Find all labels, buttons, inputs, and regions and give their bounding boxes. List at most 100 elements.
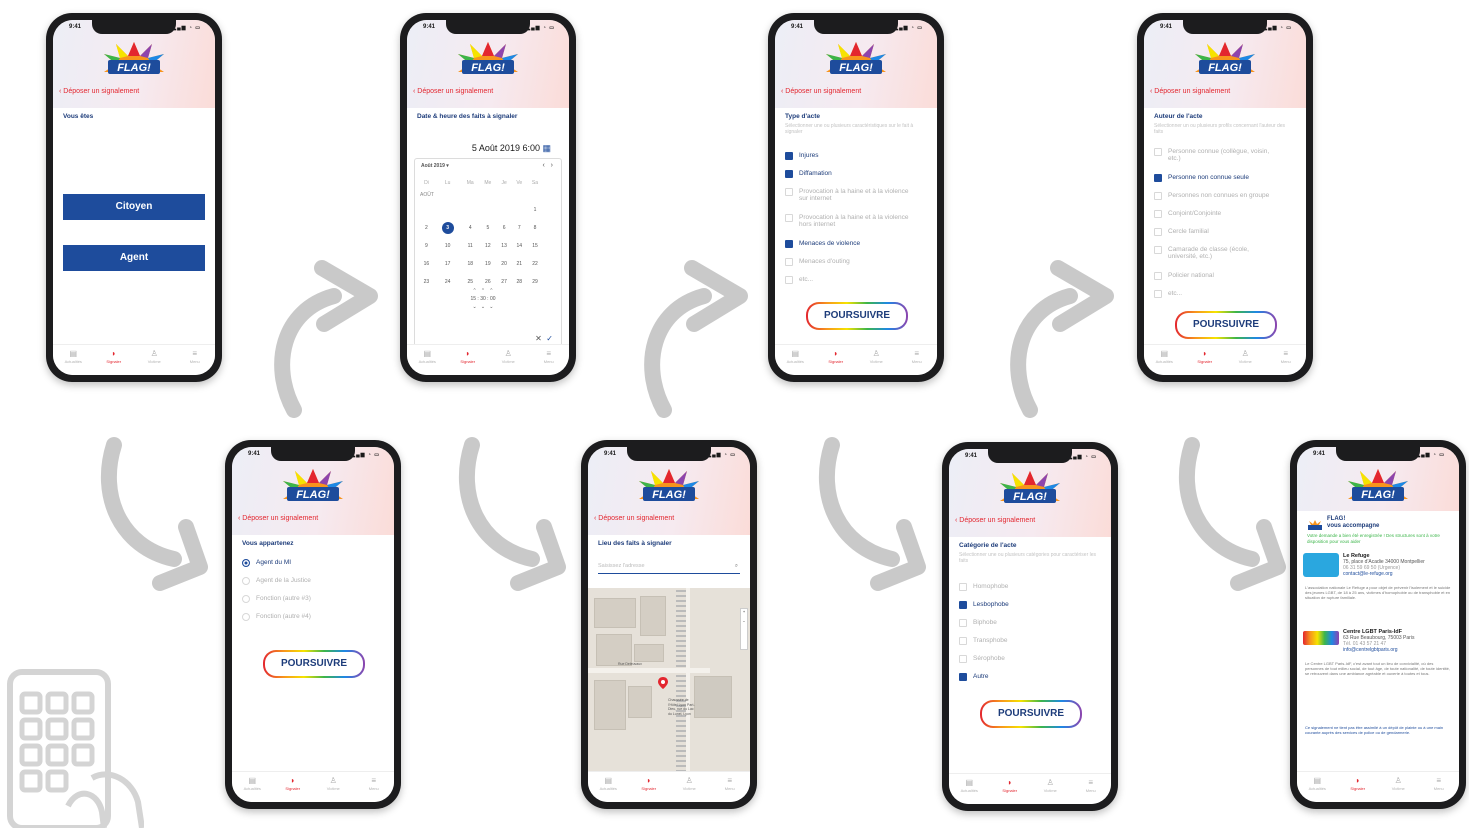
- tab-report[interactable]: ◗ Signaler: [273, 776, 314, 791]
- tab-menu[interactable]: ≡ Menu: [354, 776, 395, 791]
- checkbox-icon[interactable]: [959, 619, 967, 627]
- tab-report[interactable]: ◗ Signaler: [1338, 776, 1379, 791]
- calendar-day[interactable]: 5: [479, 219, 497, 237]
- tab-report[interactable]: ◗ Signaler: [629, 776, 670, 791]
- calendar-day[interactable]: 6: [497, 219, 512, 237]
- checkbox-icon[interactable]: [959, 655, 967, 663]
- checkbox-icon[interactable]: [1154, 228, 1162, 236]
- tab-news[interactable]: ▤ Actualités: [407, 349, 448, 364]
- checkbox-option[interactable]: etc...: [785, 276, 929, 284]
- calendar-day[interactable]: 23: [419, 273, 434, 291]
- datetime-field[interactable]: 5 Août 2019 6:00 ▦: [472, 143, 551, 154]
- calendar-day[interactable]: 8: [527, 219, 543, 237]
- checkbox-icon[interactable]: [1154, 246, 1162, 254]
- calendar-day[interactable]: 4: [461, 219, 479, 237]
- checkbox-option[interactable]: Autre: [959, 673, 1103, 681]
- checkbox-option[interactable]: Provocation à la haine et à la violence …: [785, 188, 929, 202]
- address-search-input[interactable]: Saisissez l'adresse ⌕: [598, 559, 740, 574]
- checkbox-icon[interactable]: [785, 152, 793, 160]
- radio-option[interactable]: Agent du MI: [242, 559, 386, 567]
- checkbox-option[interactable]: Menaces de violence: [785, 240, 929, 248]
- calendar-day[interactable]: 17: [434, 255, 462, 273]
- calendar-day[interactable]: 20: [497, 255, 512, 273]
- tab-report[interactable]: ◗ Signaler: [990, 778, 1031, 793]
- back-link[interactable]: ‹ Déposer un signalement: [1150, 88, 1230, 95]
- calendar-day[interactable]: 10: [434, 237, 462, 255]
- checkbox-option[interactable]: Biphobe: [959, 619, 1103, 627]
- continue-button[interactable]: POURSUIVRE: [980, 700, 1082, 728]
- checkbox-icon[interactable]: [1154, 174, 1162, 182]
- checkbox-option[interactable]: Diffamation: [785, 170, 929, 178]
- tab-menu[interactable]: ≡ Menu: [1071, 778, 1112, 793]
- tab-menu[interactable]: ≡ Menu: [1266, 349, 1307, 364]
- tab-menu[interactable]: ≡ Menu: [529, 349, 570, 364]
- checkbox-option[interactable]: Personne connue (collègue, voisin, etc.): [1154, 148, 1298, 162]
- checkbox-icon[interactable]: [1154, 192, 1162, 200]
- tab-report[interactable]: ◗ Signaler: [1185, 349, 1226, 364]
- checkbox-icon[interactable]: [959, 637, 967, 645]
- calendar-day[interactable]: 9: [419, 237, 434, 255]
- checkbox-icon[interactable]: [959, 673, 967, 681]
- checkbox-option[interactable]: Cercle familial: [1154, 228, 1298, 236]
- back-link[interactable]: ‹ Déposer un signalement: [781, 88, 861, 95]
- calendar-day[interactable]: 21: [512, 255, 527, 273]
- checkbox-icon[interactable]: [785, 240, 793, 248]
- checkbox-option[interactable]: Injures: [785, 152, 929, 160]
- calendar-day[interactable]: 19: [479, 255, 497, 273]
- tab-report[interactable]: ◗ Signaler: [448, 349, 489, 364]
- checkbox-icon[interactable]: [785, 170, 793, 178]
- citizen-button[interactable]: Citoyen: [63, 194, 205, 220]
- tab-news[interactable]: ▤ Actualités: [588, 776, 629, 791]
- tab-news[interactable]: ▤ Actualités: [232, 776, 273, 791]
- checkbox-icon[interactable]: [1154, 210, 1162, 218]
- checkbox-icon[interactable]: [785, 258, 793, 266]
- tab-victim[interactable]: ♙ Victime: [1225, 349, 1266, 364]
- continue-button[interactable]: POURSUIVRE: [1175, 311, 1277, 339]
- checkbox-option[interactable]: Transphobe: [959, 637, 1103, 645]
- calendar-day[interactable]: 11: [461, 237, 479, 255]
- checkbox-icon[interactable]: [785, 276, 793, 284]
- org-card-centre-lgbt[interactable]: Centre LGBT Paris-IdF 63 Rue Beaubourg, …: [1343, 629, 1453, 653]
- tab-victim[interactable]: ♙ Victime: [856, 349, 897, 364]
- back-link[interactable]: ‹ Déposer un signalement: [238, 515, 318, 522]
- calendar-day[interactable]: 15: [527, 237, 543, 255]
- calendar-day[interactable]: 13: [497, 237, 512, 255]
- map-pin-icon[interactable]: [658, 676, 668, 689]
- checkbox-icon[interactable]: [785, 188, 793, 196]
- checkbox-option[interactable]: Personne non connue seule: [1154, 174, 1298, 182]
- checkbox-option[interactable]: Homophobe: [959, 583, 1103, 591]
- tab-news[interactable]: ▤ Actualités: [775, 349, 816, 364]
- tab-victim[interactable]: ♙ Victime: [488, 349, 529, 364]
- tab-news[interactable]: ▤ Actualités: [949, 778, 990, 793]
- checkbox-option[interactable]: Personnes non connues en groupe: [1154, 192, 1298, 200]
- calendar-day[interactable]: 1: [527, 201, 543, 219]
- radio-option[interactable]: Fonction (autre #4): [242, 613, 386, 621]
- tab-report[interactable]: ◗ Signaler: [816, 349, 857, 364]
- map-view[interactable]: Rue Deleuvaux Chaussée de l'Hôtel Lyon P…: [588, 588, 750, 772]
- radio-icon[interactable]: [242, 595, 250, 603]
- radio-icon[interactable]: [242, 559, 250, 567]
- checkbox-option[interactable]: etc...: [1154, 290, 1298, 298]
- month-selector[interactable]: Août 2019 ▾: [421, 163, 449, 169]
- time-picker[interactable]: ⌃ ⌃ ⌃ 15 : 30 : 00 ⌄ ⌄ ⌄: [455, 287, 511, 311]
- checkbox-icon[interactable]: [1154, 272, 1162, 280]
- tab-news[interactable]: ▤ Actualités: [53, 349, 94, 364]
- calendar-day[interactable]: 7: [512, 219, 527, 237]
- tab-menu[interactable]: ≡ Menu: [175, 349, 216, 364]
- tab-victim[interactable]: ♙ Victime: [669, 776, 710, 791]
- tab-news[interactable]: ▤ Actualités: [1297, 776, 1338, 791]
- radio-option[interactable]: Fonction (autre #3): [242, 595, 386, 603]
- tab-report[interactable]: ◗ Signaler: [94, 349, 135, 364]
- agent-button[interactable]: Agent: [63, 245, 205, 271]
- radio-icon[interactable]: [242, 613, 250, 621]
- checkbox-option[interactable]: Sérophobe: [959, 655, 1103, 663]
- month-nav[interactable]: ‹ ›: [542, 162, 553, 169]
- calendar-day[interactable]: 16: [419, 255, 434, 273]
- continue-button[interactable]: POURSUIVRE: [806, 302, 908, 330]
- checkbox-option[interactable]: Conjoint/Conjointe: [1154, 210, 1298, 218]
- org-card-refuge[interactable]: Le Refuge 75, place d'Acadie 34000 Montp…: [1343, 553, 1453, 577]
- map-zoom-control[interactable]: + −: [740, 608, 748, 650]
- date-picker[interactable]: Août 2019 ▾ ‹ › Di Lu Ma Me Je Ve Sa AOÛT 1 2 3 4 5 6…: [414, 158, 562, 348]
- back-link[interactable]: ‹ Déposer un signalement: [59, 88, 139, 95]
- calendar-grid[interactable]: Di Lu Ma Me Je Ve Sa AOÛT 1 2 3 4 5 6 7 8 9 10 11 12 13 14 15 1…: [419, 177, 543, 291]
